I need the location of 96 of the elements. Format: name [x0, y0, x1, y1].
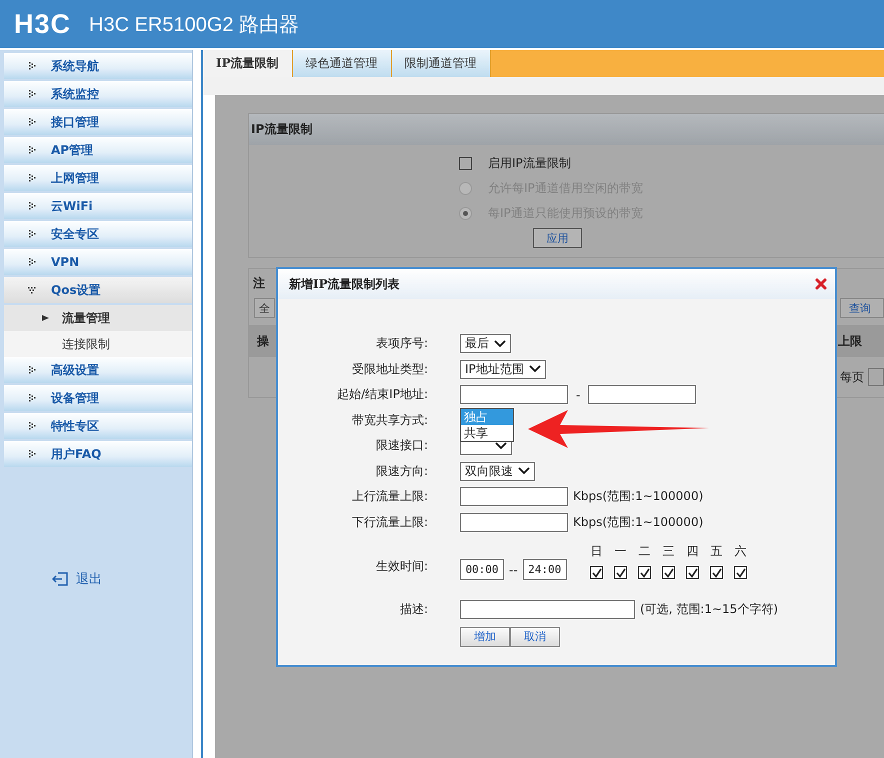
- checkbox-label: 启用IP流量限制: [488, 155, 571, 172]
- sidebar-item[interactable]: AP管理: [4, 137, 192, 163]
- checkbox[interactable]: [662, 566, 676, 579]
- field-label: 生效时间:: [374, 558, 428, 574]
- sidebar-item[interactable]: 高级设置: [4, 357, 192, 383]
- bullet-icon: [28, 62, 36, 70]
- select-field[interactable]: 双向限速: [460, 462, 535, 481]
- pointer-icon: [42, 315, 49, 321]
- chevron-icon: [518, 467, 530, 476]
- select-field[interactable]: 最后: [460, 334, 511, 354]
- day-label: 二: [638, 543, 651, 560]
- day-label: 三: [662, 543, 675, 560]
- panel-title: IP流量限制: [251, 121, 312, 138]
- checkbox[interactable]: [459, 157, 472, 170]
- sidebar-item[interactable]: 云WiFi: [4, 193, 192, 219]
- separator-text: --: [509, 563, 518, 577]
- window-title: H3C ER5100G2 路由器: [89, 12, 300, 38]
- field-label: 描述:: [398, 601, 428, 618]
- field-label: 起始/结束IP地址:: [336, 386, 428, 404]
- column-header: 操: [257, 332, 269, 350]
- hint-text: Kbps(范围:1~100000): [573, 514, 704, 531]
- bullet-icon: [28, 422, 36, 430]
- checkbox[interactable]: [710, 566, 724, 579]
- bullet-icon: [28, 118, 36, 126]
- dialog-title: 新增IP流量限制列表: [289, 276, 400, 292]
- chevron-icon: [495, 442, 507, 450]
- dropdown-option[interactable]: 共享: [461, 424, 513, 441]
- input-field[interactable]: [460, 600, 635, 620]
- field-label: 表项序号:: [374, 335, 428, 352]
- checkbox[interactable]: [686, 566, 700, 579]
- bullet-icon: [28, 174, 36, 182]
- pager-text: 每页: [840, 368, 864, 386]
- field-label: 带宽共享方式:: [350, 412, 428, 429]
- day-label: 六: [734, 543, 747, 560]
- separator-text: -: [575, 388, 582, 402]
- input-field[interactable]: [460, 385, 568, 404]
- bullet-icon: [28, 230, 36, 238]
- input-field[interactable]: [588, 385, 696, 404]
- dialog-button[interactable]: 增加: [460, 626, 510, 646]
- checkbox[interactable]: [638, 566, 652, 579]
- bullet-icon: [28, 450, 36, 458]
- day-label: 日: [590, 543, 603, 560]
- bullet-icon: [28, 394, 36, 402]
- bullet-icon: [28, 258, 36, 266]
- sidebar-item[interactable]: 用户FAQ: [4, 441, 192, 467]
- field-label: 限速接口:: [374, 437, 428, 454]
- sidebar-item[interactable]: 上网管理: [4, 165, 192, 191]
- chevron-icon: [494, 340, 506, 348]
- bullet-icon: [28, 366, 36, 374]
- logout-link[interactable]: 退出: [52, 569, 102, 589]
- logo: H3C: [14, 8, 72, 40]
- field-label: 上行流量上限:: [350, 488, 428, 506]
- search-button[interactable]: 查询: [840, 298, 884, 318]
- chevron-icon: [528, 365, 541, 374]
- day-label: 五: [710, 543, 723, 560]
- sidebar-item[interactable]: 安全专区: [4, 221, 192, 247]
- page-size-field[interactable]: [868, 368, 884, 386]
- field-label: 下行流量上限:: [350, 514, 428, 531]
- column-header: 上限: [838, 332, 862, 350]
- dropdown-option[interactable]: 独占: [461, 408, 513, 425]
- submenu-item[interactable]: 连接限制: [4, 331, 192, 357]
- day-label: 四: [686, 543, 699, 560]
- checkbox[interactable]: [734, 566, 748, 579]
- hint-text: (可选, 范围:1~15个字符): [640, 601, 778, 618]
- bullet-icon: [28, 146, 36, 154]
- sidebar-item[interactable]: 系统导航: [4, 53, 192, 79]
- hint-text: Kbps(范围:1~100000): [573, 488, 704, 506]
- time-field[interactable]: 24:00: [522, 558, 567, 580]
- field-label: 受限地址类型:: [350, 360, 428, 378]
- sidebar-item[interactable]: 设备管理: [4, 385, 192, 411]
- exit-icon: [52, 572, 68, 586]
- input-field[interactable]: [460, 487, 568, 506]
- sidebar-item[interactable]: 系统监控: [4, 81, 192, 107]
- select-all-button[interactable]: 全: [254, 298, 275, 318]
- bullet-icon: [28, 90, 36, 98]
- field-label: 限速方向:: [374, 462, 428, 480]
- tab[interactable]: 限制通道管理: [392, 50, 491, 77]
- input-field[interactable]: [460, 512, 568, 532]
- tab[interactable]: IP流量限制: [203, 50, 293, 77]
- tab[interactable]: 绿色通道管理: [292, 50, 392, 77]
- sidebar-item[interactable]: VPN: [4, 249, 192, 275]
- checkbox[interactable]: [590, 566, 604, 579]
- panel-title: 注: [253, 274, 265, 292]
- close-icon[interactable]: [815, 278, 827, 290]
- time-field[interactable]: 00:00: [460, 558, 504, 580]
- apply-button[interactable]: 应用: [533, 228, 582, 248]
- checkbox[interactable]: [614, 566, 628, 579]
- submenu-item[interactable]: 流量管理: [4, 305, 192, 331]
- bullet-icon: [28, 286, 36, 294]
- sidebar-item[interactable]: 特性专区: [4, 413, 192, 439]
- dialog-button[interactable]: 取消: [510, 626, 560, 646]
- select-field[interactable]: IP地址范围: [460, 360, 546, 379]
- day-label: 一: [614, 543, 627, 560]
- sidebar-item[interactable]: 接口管理: [4, 109, 192, 135]
- bullet-icon: [28, 202, 36, 210]
- sidebar-item[interactable]: Qos设置: [4, 277, 192, 303]
